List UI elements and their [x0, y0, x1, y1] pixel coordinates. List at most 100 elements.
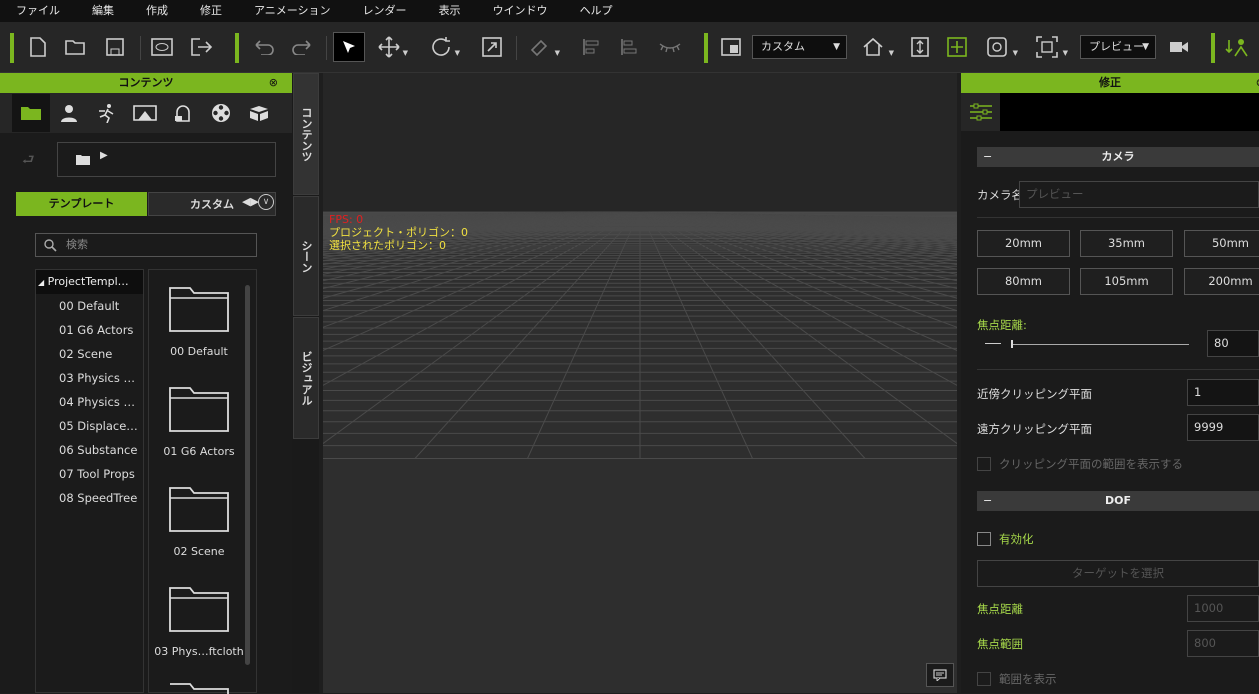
dof-section-header[interactable]: − DOF — [977, 491, 1259, 511]
far-clip-field[interactable]: 9999 — [1187, 414, 1259, 441]
tab-scene[interactable]: シーン — [293, 196, 319, 316]
target-icon[interactable] — [945, 34, 969, 60]
redo-icon[interactable] — [290, 34, 314, 60]
export-icon[interactable] — [190, 34, 214, 60]
menu-edit[interactable]: 編集 — [76, 0, 130, 22]
back-arrow-icon[interactable]: ⮐ — [22, 149, 35, 173]
menu-render[interactable]: レンダー — [347, 0, 423, 22]
focal-length-slider[interactable] — [1011, 344, 1189, 345]
folder-icon — [76, 155, 90, 165]
fit-icon[interactable] — [909, 34, 931, 60]
new-file-icon[interactable] — [28, 34, 48, 60]
select-arrow-icon[interactable] — [333, 32, 365, 62]
home-camera-icon[interactable]: ▼ — [858, 34, 894, 60]
layout-icon[interactable] — [719, 34, 743, 60]
stage-icon[interactable] — [126, 94, 164, 132]
motion-icon[interactable] — [88, 94, 126, 132]
folder-icon — [170, 683, 229, 694]
tree-root[interactable]: ◢ ProjectTempl… — [36, 270, 143, 294]
camera-name-field[interactable]: プレビュー — [1019, 181, 1259, 208]
show-range-checkbox[interactable] — [977, 672, 991, 686]
tree-item[interactable]: 02 Scene — [36, 342, 143, 366]
save-icon[interactable] — [104, 34, 126, 60]
menu-create[interactable]: 作成 — [130, 0, 184, 22]
align-icon[interactable] — [580, 34, 602, 60]
tree-item[interactable]: 05 Displace… — [36, 414, 143, 438]
show-clip-checkbox[interactable] — [977, 457, 991, 471]
lens-50mm-button[interactable]: 50mm — [1184, 230, 1259, 257]
select-target-button[interactable]: ターゲットを選択 — [977, 560, 1259, 587]
tab-template[interactable]: テンプレート — [16, 192, 147, 216]
eye-lashes-icon[interactable] — [656, 34, 684, 60]
near-clip-field[interactable]: 1 — [1187, 379, 1259, 406]
camera-dropdown[interactable]: プレビュー ▼ — [1080, 35, 1156, 59]
enable-dof-label: 有効化 — [999, 532, 1034, 546]
layout-dropdown[interactable]: カスタム ▼ — [752, 35, 847, 59]
3d-viewport[interactable]: FPS: 0 プロジェクト・ポリゴン：0 選択されたポリゴン：0 — [323, 73, 957, 693]
tree-item[interactable]: 03 Physics … — [36, 366, 143, 390]
camera-section-header[interactable]: − カメラ — [977, 147, 1259, 167]
frame-icon[interactable]: ▼ — [1032, 34, 1068, 60]
person-icon[interactable] — [50, 94, 88, 132]
tree-item[interactable]: 04 Physics … — [36, 390, 143, 414]
collapse-icon[interactable]: − — [983, 147, 992, 167]
pack-icon[interactable] — [240, 94, 278, 132]
scale-icon[interactable] — [480, 34, 504, 60]
tree-expand-icon[interactable]: ◢ — [38, 278, 44, 287]
grid-item[interactable] — [149, 680, 249, 694]
grid-item[interactable]: 02 Scene — [149, 484, 249, 558]
tree-item[interactable]: 00 Default — [36, 294, 143, 318]
focal-length-field[interactable]: 80 — [1207, 330, 1259, 357]
lens-35mm-button[interactable]: 35mm — [1080, 230, 1173, 257]
move-icon[interactable]: ▼ — [376, 34, 408, 60]
menu-animation[interactable]: アニメーション — [238, 0, 347, 22]
preview-icon[interactable] — [150, 34, 174, 60]
focus-distance-field[interactable]: 1000 — [1187, 595, 1259, 622]
close-icon[interactable]: ⊗ — [269, 73, 278, 93]
sliders-icon[interactable] — [961, 93, 1000, 131]
tab-visual[interactable]: ビジュアル — [293, 317, 319, 439]
menu-view[interactable]: 表示 — [423, 0, 477, 22]
lens-20mm-button[interactable]: 20mm — [977, 230, 1070, 257]
chevron-left-icon[interactable]: ◀▶ — [242, 195, 259, 208]
menu-window[interactable]: ウインドウ — [477, 0, 564, 22]
pick-icon[interactable]: ▼ — [526, 34, 560, 60]
menu-modify[interactable]: 修正 — [184, 0, 238, 22]
search-input[interactable]: 検索 — [35, 233, 257, 257]
tree-item[interactable]: 07 Tool Props — [36, 462, 143, 486]
media-icon[interactable] — [202, 94, 240, 132]
props-icon[interactable] — [164, 94, 202, 132]
grid-item[interactable]: 01 G6 Actors — [149, 384, 249, 458]
menu-file[interactable]: ファイル — [0, 0, 76, 22]
grid-scrollbar[interactable] — [245, 285, 250, 665]
undo-icon[interactable] — [252, 34, 276, 60]
folder-icon[interactable] — [12, 94, 50, 132]
tree-item[interactable]: 01 G6 Actors — [36, 318, 143, 342]
lens-105mm-button[interactable]: 105mm — [1080, 268, 1173, 295]
slider-handle[interactable] — [1011, 340, 1013, 348]
message-icon[interactable] — [926, 663, 954, 687]
character-icon[interactable] — [1224, 34, 1250, 60]
tab-content[interactable]: コンテンツ — [293, 73, 319, 195]
lens-80mm-button[interactable]: 80mm — [977, 268, 1070, 295]
camera-section-title: カメラ — [1101, 150, 1135, 163]
enable-dof-checkbox[interactable] — [977, 532, 991, 546]
menu-help[interactable]: ヘルプ — [564, 0, 629, 22]
video-camera-icon[interactable] — [1167, 34, 1191, 60]
focus-range-field[interactable]: 800 — [1187, 630, 1259, 657]
rotate-icon[interactable]: ▼ — [428, 34, 460, 60]
near-clip-label: 近傍クリッピング平面 — [977, 387, 1092, 401]
camera-3d-icon[interactable]: ▼ — [982, 34, 1018, 60]
options-dropdown-icon[interactable]: ∨ — [258, 194, 274, 210]
fps-counter: FPS: 0 — [329, 213, 364, 226]
collapse-icon[interactable]: − — [983, 491, 992, 511]
lens-200mm-button[interactable]: 200mm — [1184, 268, 1259, 295]
distribute-icon[interactable] — [618, 34, 640, 60]
grid-item[interactable]: 03 Phys…ftcloth — [149, 584, 249, 658]
tree-item[interactable]: 06 Substance — [36, 438, 143, 462]
open-folder-icon[interactable] — [64, 34, 88, 60]
breadcrumb[interactable]: ▶ — [57, 142, 276, 177]
chevron-down-icon: ▼ — [1142, 42, 1149, 52]
tree-item[interactable]: 08 SpeedTree — [36, 486, 143, 510]
grid-item[interactable]: 00 Default — [149, 284, 249, 358]
